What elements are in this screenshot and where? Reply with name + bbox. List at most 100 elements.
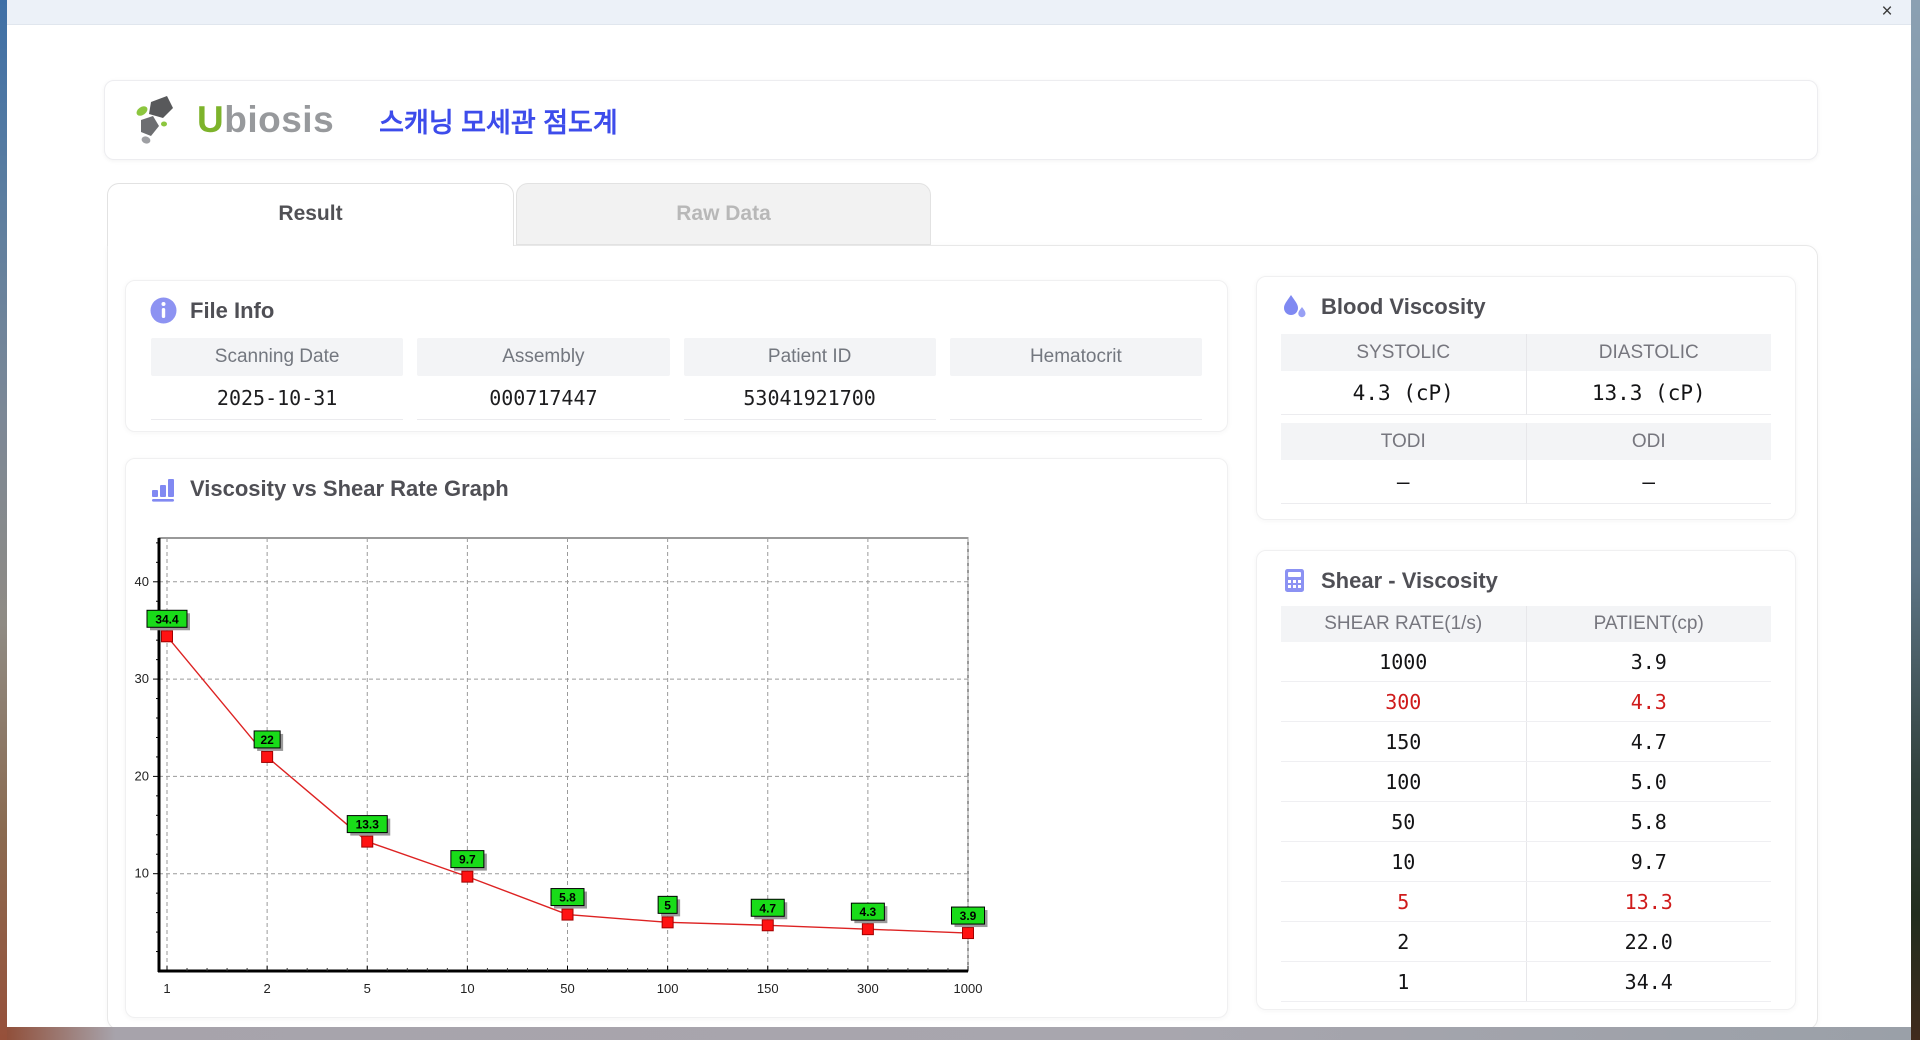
svg-text:5: 5 — [364, 981, 371, 996]
table-row-shear-5: 5 13.3 — [1281, 882, 1771, 922]
svg-text:4.7: 4.7 — [759, 901, 776, 915]
file-info-fields: Scanning Date 2025-10-31 Assembly 000717447… — [126, 324, 1227, 420]
svg-text:300: 300 — [857, 981, 879, 996]
svg-text:4.3: 4.3 — [860, 905, 877, 919]
file-info-field-assembly: Assembly 000717447 — [417, 338, 670, 420]
svg-text:5: 5 — [664, 898, 671, 912]
shear-rate-cell: 1000 — [1379, 650, 1428, 674]
desktop-edge-left — [0, 0, 7, 1040]
graph-title: Viscosity vs Shear Rate Graph — [190, 475, 509, 501]
shear-rate-cell: 10 — [1391, 850, 1416, 874]
brand-letter-u: U — [197, 99, 225, 140]
bv-header-diastolic: DIASTOLIC — [1525, 334, 1771, 371]
svg-text:5.8: 5.8 — [559, 891, 576, 905]
svg-text:30: 30 — [135, 671, 149, 686]
shear-rate-cell: 2 — [1397, 930, 1410, 954]
bv-header-systolic: SYSTOLIC — [1281, 334, 1526, 371]
brand-logo: Ubiosis — [133, 94, 334, 146]
svg-text:10: 10 — [135, 866, 149, 881]
field-value — [949, 376, 1202, 420]
svg-text:13.3: 13.3 — [356, 818, 380, 832]
tab-raw-data[interactable]: Raw Data — [516, 183, 931, 245]
table-row-shear-2: 2 22.0 — [1281, 922, 1771, 962]
bv-value-diastolic: 13.3 (cP) — [1525, 371, 1771, 415]
patient-cp-cell: 4.3 — [1525, 682, 1772, 721]
shear-table-header: SHEAR RATE(1/s) PATIENT(cp) — [1281, 606, 1771, 642]
field-label: Assembly — [417, 338, 670, 376]
patient-col-header: PATIENT(cp) — [1525, 606, 1772, 642]
patient-cp-cell: 4.7 — [1525, 722, 1772, 761]
bv-header-todi: TODI — [1281, 423, 1526, 460]
file-info-field-patient-id: Patient ID 53041921700 — [683, 338, 936, 420]
blood-viscosity-card: Blood Viscosity SYSTOLIC DIASTOLIC 4.3 (cP… — [1256, 276, 1796, 520]
tab-result[interactable]: Result — [107, 183, 514, 246]
svg-text:100: 100 — [657, 981, 679, 996]
file-info-title: File Info — [190, 297, 275, 323]
patient-cp-cell: 13.3 — [1525, 882, 1772, 921]
table-row-shear-1: 1 34.4 — [1281, 962, 1771, 1002]
field-value: 2025-10-31 — [151, 376, 404, 420]
file-info-card: File Info Scanning Date 2025-10-31 Assembl… — [125, 280, 1228, 432]
shear-rate-col-header: SHEAR RATE(1/s) — [1324, 613, 1483, 634]
window-titlebar: × — [7, 0, 1911, 25]
desktop-edge-right — [1911, 0, 1920, 1040]
patient-cp-cell: 5.8 — [1525, 802, 1772, 841]
svg-text:34.4: 34.4 — [155, 612, 179, 626]
svg-text:20: 20 — [135, 768, 149, 783]
viscosity-graph-card: Viscosity vs Shear Rate Graph 10 20 30 40 1 2… — [125, 458, 1228, 1018]
patient-cp-cell: 34.4 — [1525, 962, 1772, 1001]
blood-viscosity-title: Blood Viscosity — [1321, 293, 1486, 319]
shear-viscosity-card: Shear - Viscosity SHEAR RATE(1/s) PATIEN… — [1256, 550, 1796, 1010]
svg-text:50: 50 — [560, 981, 574, 996]
shear-viscosity-title: Shear - Viscosity — [1321, 567, 1498, 593]
patient-cp-cell: 22.0 — [1525, 922, 1772, 961]
bar-chart-icon — [152, 479, 174, 502]
info-icon — [150, 297, 177, 324]
bv-header-odi: ODI — [1525, 423, 1771, 460]
field-label: Scanning Date — [151, 338, 404, 376]
blood-viscosity-table: SYSTOLIC DIASTOLIC 4.3 (cP) 13.3 (cP) TODI OD… — [1281, 334, 1771, 504]
table-row-shear-1000: 1000 3.9 — [1281, 642, 1771, 682]
table-row-shear-50: 50 5.8 — [1281, 802, 1771, 842]
page-title: 스캐닝 모세관 점도계 — [379, 107, 618, 138]
svg-text:9.7: 9.7 — [459, 853, 476, 867]
shear-rate-cell: 1 — [1397, 970, 1410, 994]
shear-rate-cell: 50 — [1391, 810, 1416, 834]
patient-cp-cell: 3.9 — [1525, 642, 1772, 681]
svg-text:1: 1 — [163, 981, 170, 996]
field-label: Hematocrit — [949, 338, 1202, 376]
table-row-shear-300: 300 4.3 — [1281, 682, 1771, 722]
field-value: 53041921700 — [683, 376, 936, 420]
patient-cp-cell: 5.0 — [1525, 762, 1772, 801]
file-info-field-scanning-date: Scanning Date 2025-10-31 — [151, 338, 404, 420]
field-value: 000717447 — [417, 376, 670, 420]
shear-table: SHEAR RATE(1/s) PATIENT(cp) 1000 3.9 300 4.… — [1281, 606, 1771, 1002]
svg-text:10: 10 — [460, 981, 474, 996]
svg-text:150: 150 — [757, 981, 779, 996]
patient-cp-cell: 9.7 — [1525, 842, 1772, 881]
table-row-shear-150: 150 4.7 — [1281, 722, 1771, 762]
table-row-shear-100: 100 5.0 — [1281, 762, 1771, 802]
bv-value-odi: – — [1525, 460, 1771, 504]
file-info-field-hematocrit: Hematocrit — [949, 338, 1202, 420]
blood-drops-icon — [1284, 295, 1306, 318]
brand-rest: biosis — [224, 99, 335, 140]
svg-text:3.9: 3.9 — [960, 909, 977, 923]
calculator-icon — [1285, 569, 1304, 592]
ubiosis-logo-icon — [136, 96, 173, 144]
shear-rate-cell: 150 — [1385, 730, 1422, 754]
field-label: Patient ID — [683, 338, 936, 376]
svg-text:1000: 1000 — [954, 981, 983, 996]
shear-rate-cell: 300 — [1385, 690, 1422, 714]
close-icon[interactable]: × — [1875, 1, 1899, 23]
table-row-shear-10: 10 9.7 — [1281, 842, 1771, 882]
brand-name: Ubiosis — [197, 99, 334, 141]
svg-text:22: 22 — [260, 733, 274, 747]
app-header: Ubiosis 스캐닝 모세관 점도계 — [104, 80, 1818, 160]
shear-rate-cell: 100 — [1385, 770, 1422, 794]
viscosity-chart: 10 20 30 40 1 2 5 10 50 100 150 300 1000 34.4 22 13.3 9.… — [135, 537, 988, 996]
desktop-edge-bottom — [0, 1027, 1920, 1040]
bv-value-todi: – — [1281, 460, 1526, 504]
shear-rate-cell: 5 — [1397, 890, 1410, 914]
bv-value-systolic: 4.3 (cP) — [1281, 371, 1526, 415]
